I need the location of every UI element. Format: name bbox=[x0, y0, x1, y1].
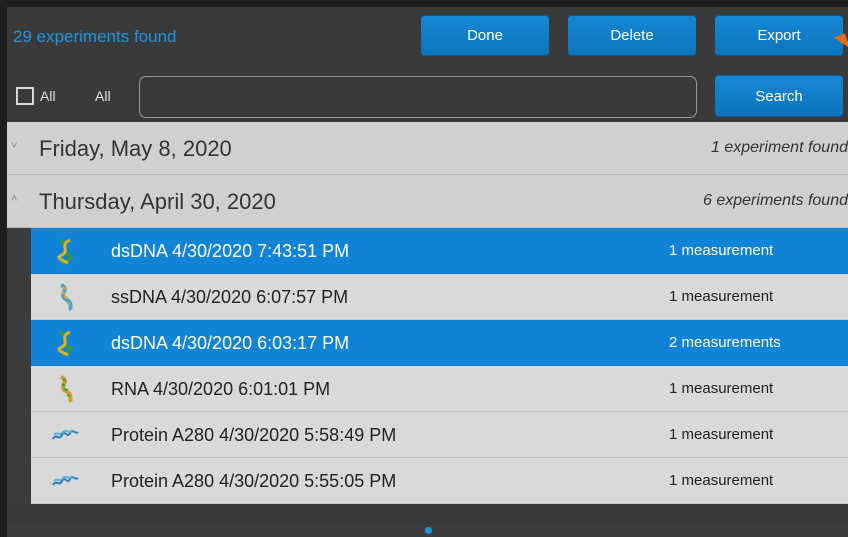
experiment-name: dsDNA 4/30/2020 6:03:17 PM bbox=[111, 333, 350, 353]
select-all-checkbox[interactable] bbox=[16, 87, 34, 105]
experiment-row[interactable]: RNA 4/30/2020 6:01:01 PM 1 measurement bbox=[31, 366, 848, 412]
measurement-count: 1 measurement bbox=[669, 288, 774, 305]
done-button[interactable]: Done bbox=[421, 15, 549, 56]
group-date: Thursday, April 30, 2020 bbox=[39, 189, 276, 214]
measurement-count: 1 measurement bbox=[669, 380, 774, 397]
experiment-rows: dsDNA 4/30/2020 7:43:51 PM 1 measurement… bbox=[7, 228, 848, 504]
page-indicator-dot[interactable] bbox=[425, 527, 432, 534]
experiment-name: ssDNA 4/30/2020 6:07:57 PM bbox=[111, 287, 349, 307]
header-bar: 29 experiments found Done Delete Export bbox=[7, 7, 848, 65]
search-bar: All All Search bbox=[7, 65, 848, 122]
measurement-count: 1 measurement bbox=[669, 242, 774, 259]
experiment-name: RNA 4/30/2020 6:01:01 PM bbox=[111, 379, 331, 399]
experiment-name: Protein A280 4/30/2020 5:58:49 PM bbox=[111, 425, 397, 445]
group-header-april-30[interactable]: ˄ Thursday, April 30, 2020 6 experiments… bbox=[7, 175, 848, 228]
experiment-row[interactable]: dsDNA 4/30/2020 6:03:17 PM 2 measurement… bbox=[31, 320, 848, 366]
experiment-name: dsDNA 4/30/2020 7:43:51 PM bbox=[111, 241, 350, 261]
group-header-may-8[interactable]: ˅ Friday, May 8, 2020 1 experiment found bbox=[7, 122, 848, 175]
measurement-count: 2 measurements bbox=[669, 334, 781, 351]
measurement-count: 1 measurement bbox=[669, 472, 774, 489]
measurement-count: 1 measurement bbox=[669, 426, 774, 443]
experiment-row[interactable]: Protein A280 4/30/2020 5:55:05 PM 1 meas… bbox=[31, 458, 848, 504]
filter-all-label[interactable]: All bbox=[95, 88, 111, 104]
ssdna-icon bbox=[60, 283, 73, 311]
group-date: Friday, May 8, 2020 bbox=[39, 136, 232, 161]
delete-button[interactable]: Delete bbox=[568, 15, 696, 56]
group-count: 1 experiment found bbox=[711, 139, 848, 156]
experiment-row[interactable]: dsDNA 4/30/2020 7:43:51 PM 1 measurement bbox=[31, 228, 848, 274]
dsdna-icon bbox=[57, 330, 73, 357]
export-button[interactable]: Export bbox=[715, 15, 843, 56]
experiment-name: Protein A280 4/30/2020 5:55:05 PM bbox=[111, 471, 397, 491]
experiment-row[interactable]: ssDNA 4/30/2020 6:07:57 PM 1 measurement bbox=[31, 274, 848, 320]
rna-icon bbox=[60, 375, 73, 403]
dsdna-icon bbox=[57, 238, 73, 265]
experiment-row[interactable]: Protein A280 4/30/2020 5:58:49 PM 1 meas… bbox=[31, 412, 848, 458]
experiment-list: ˅ Friday, May 8, 2020 1 experiment found… bbox=[7, 122, 848, 525]
experiments-screen: 29 experiments found Done Delete Export … bbox=[7, 7, 848, 537]
chevron-up-icon: ˄ bbox=[11, 193, 18, 205]
group-count: 6 experiments found bbox=[703, 192, 848, 209]
protein-icon bbox=[52, 475, 79, 486]
select-all-label: All bbox=[40, 88, 56, 104]
chevron-down-icon: ˅ bbox=[11, 140, 18, 152]
search-button[interactable]: Search bbox=[715, 75, 843, 117]
search-input[interactable] bbox=[139, 76, 697, 118]
protein-icon bbox=[52, 429, 79, 440]
page-indicator-bar bbox=[7, 525, 848, 537]
experiments-found-count: 29 experiments found bbox=[13, 27, 177, 46]
